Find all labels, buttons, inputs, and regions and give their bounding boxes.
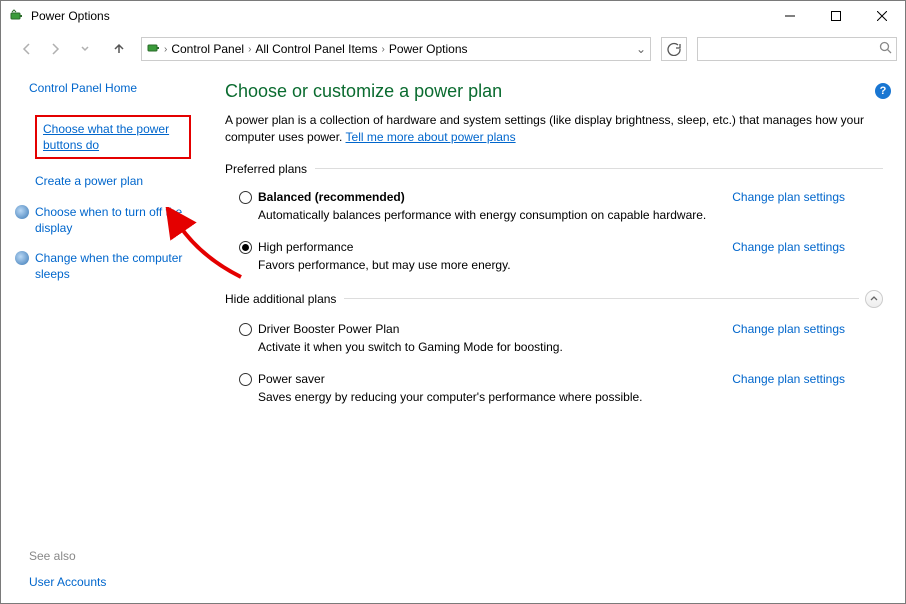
back-button[interactable] bbox=[15, 37, 39, 61]
breadcrumb-item[interactable]: All Control Panel Items bbox=[253, 42, 379, 56]
battery-icon bbox=[146, 40, 162, 59]
plan-driver-booster: Driver Booster Power Plan Activate it wh… bbox=[225, 322, 883, 354]
page-description: A power plan is a collection of hardware… bbox=[225, 112, 883, 146]
additional-plans-group: Hide additional plans bbox=[225, 290, 883, 308]
chevron-down-icon[interactable]: ⌄ bbox=[634, 42, 648, 56]
plan-name[interactable]: High performance bbox=[258, 240, 718, 254]
address-bar[interactable]: › Control Panel › All Control Panel Item… bbox=[141, 37, 651, 61]
up-button[interactable] bbox=[107, 37, 131, 61]
sidebar-link-computer-sleeps[interactable]: Change when the computer sleeps bbox=[15, 250, 191, 282]
radio-button[interactable] bbox=[239, 323, 252, 336]
breadcrumb-item[interactable]: Power Options bbox=[387, 42, 470, 56]
sidebar-link-turn-off-display[interactable]: Choose when to turn off the display bbox=[15, 204, 191, 236]
main-content: Choose or customize a power plan A power… bbox=[201, 67, 905, 603]
change-plan-settings-link[interactable]: Change plan settings bbox=[732, 240, 883, 254]
close-button[interactable] bbox=[859, 1, 905, 31]
plan-power-saver: Power saver Saves energy by reducing you… bbox=[225, 372, 883, 404]
preferred-plans-group: Preferred plans bbox=[225, 162, 883, 176]
chevron-right-icon[interactable]: › bbox=[379, 44, 386, 55]
sidebar: Control Panel Home Choose what the power… bbox=[1, 67, 201, 603]
change-plan-settings-link[interactable]: Change plan settings bbox=[732, 372, 883, 386]
sidebar-link-label: Choose when to turn off the display bbox=[35, 204, 191, 236]
radio-button[interactable] bbox=[239, 373, 252, 386]
plan-name[interactable]: Driver Booster Power Plan bbox=[258, 322, 718, 336]
chevron-right-icon[interactable]: › bbox=[162, 44, 169, 55]
plan-high-performance: High performance Favors performance, but… bbox=[225, 240, 883, 272]
bullet-icon bbox=[15, 116, 29, 130]
search-box[interactable] bbox=[697, 37, 897, 61]
bullet-icon bbox=[15, 205, 29, 219]
see-also-header: See also bbox=[29, 549, 106, 563]
see-also: See also User Accounts bbox=[29, 549, 106, 589]
minimize-button[interactable] bbox=[767, 1, 813, 31]
change-plan-settings-link[interactable]: Change plan settings bbox=[732, 190, 883, 204]
chevron-right-icon[interactable]: › bbox=[246, 44, 253, 55]
sidebar-link-power-buttons[interactable]: Choose what the power buttons do bbox=[15, 115, 191, 159]
maximize-button[interactable] bbox=[813, 1, 859, 31]
sidebar-link-label: Create a power plan bbox=[35, 173, 143, 189]
change-plan-settings-link[interactable]: Change plan settings bbox=[732, 322, 883, 336]
forward-button[interactable] bbox=[43, 37, 67, 61]
battery-icon bbox=[9, 8, 25, 24]
control-panel-home-link[interactable]: Control Panel Home bbox=[29, 81, 191, 95]
page-title: Choose or customize a power plan bbox=[225, 81, 883, 102]
radio-button[interactable] bbox=[239, 241, 252, 254]
plan-name[interactable]: Power saver bbox=[258, 372, 718, 386]
titlebar: Power Options bbox=[1, 1, 905, 31]
refresh-button[interactable] bbox=[661, 37, 687, 61]
radio-button[interactable] bbox=[239, 191, 252, 204]
plan-description: Automatically balances performance with … bbox=[258, 208, 718, 222]
recent-dropdown[interactable] bbox=[73, 37, 97, 61]
window-title: Power Options bbox=[31, 9, 767, 23]
sidebar-link-create-plan[interactable]: Create a power plan bbox=[15, 173, 191, 189]
collapse-button[interactable] bbox=[865, 290, 883, 308]
learn-more-link[interactable]: Tell me more about power plans bbox=[346, 130, 516, 144]
toolbar: › Control Panel › All Control Panel Item… bbox=[1, 31, 905, 67]
see-also-link[interactable]: User Accounts bbox=[29, 575, 106, 589]
sidebar-link-label: Change when the computer sleeps bbox=[35, 250, 191, 282]
plan-description: Favors performance, but may use more ene… bbox=[258, 258, 718, 272]
search-input[interactable] bbox=[702, 41, 879, 57]
plan-balanced: Balanced (recommended) Automatically bal… bbox=[225, 190, 883, 222]
search-icon[interactable] bbox=[879, 41, 892, 57]
breadcrumb-item[interactable]: Control Panel bbox=[169, 42, 246, 56]
plan-description: Activate it when you switch to Gaming Mo… bbox=[258, 340, 718, 354]
bullet-icon bbox=[15, 251, 29, 265]
plan-description: Saves energy by reducing your computer's… bbox=[258, 390, 718, 404]
plan-name[interactable]: Balanced (recommended) bbox=[258, 190, 718, 204]
sidebar-link-label: Choose what the power buttons do bbox=[43, 122, 169, 152]
bullet-icon bbox=[15, 174, 29, 188]
